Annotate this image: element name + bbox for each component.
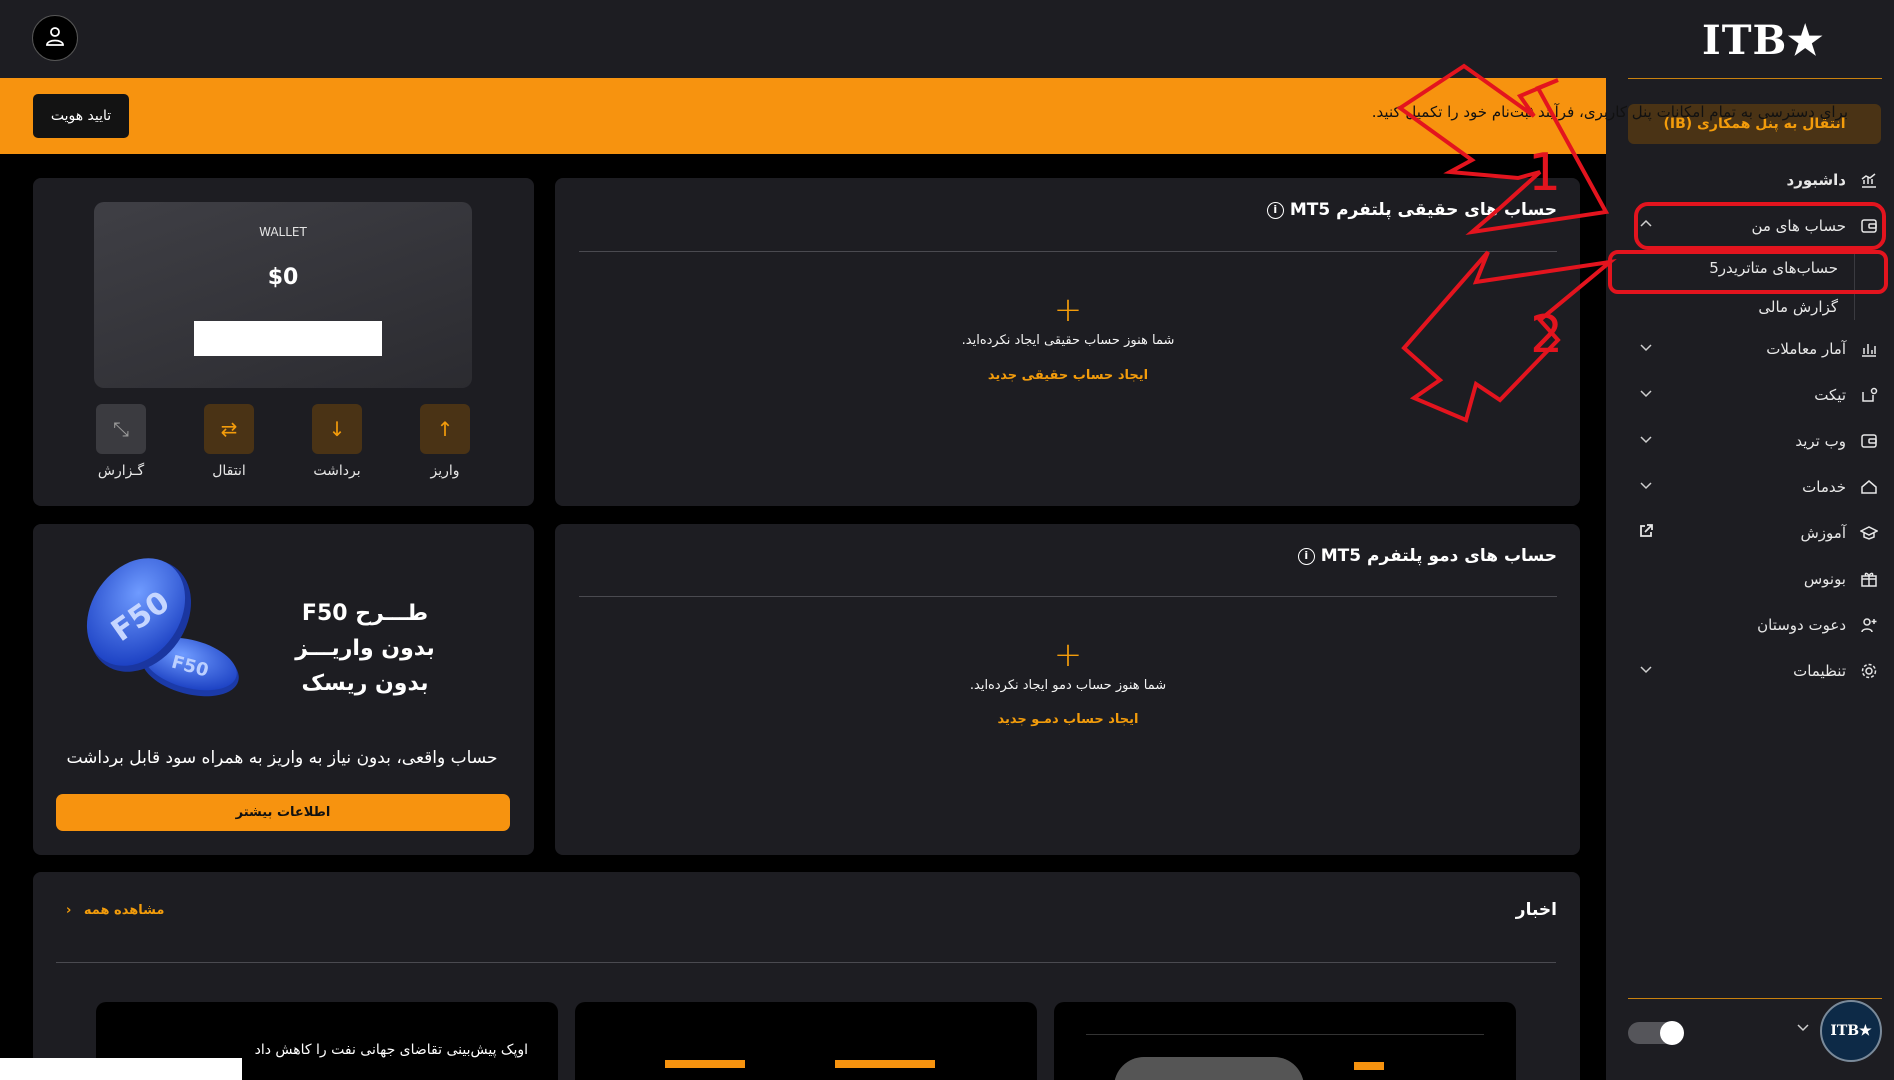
sidebar-item-label: تنظیمات [1793, 662, 1846, 680]
redacted-box [194, 321, 382, 356]
user-add-icon [1858, 614, 1880, 636]
real-accounts-title: حساب های حقیقی پلتفرم MT5i [1266, 200, 1557, 220]
chevron-down-icon[interactable] [1632, 340, 1660, 358]
sidebar-item-trade-stats[interactable]: آمار معاملات [1628, 329, 1882, 369]
transfer-label: انتقال [212, 463, 246, 479]
chevron-down-icon[interactable] [1796, 1020, 1810, 1038]
sidebar-item-settings[interactable]: تنظیمات [1628, 651, 1882, 691]
plus-icon[interactable]: + [1048, 293, 1088, 327]
deposit-label: واریز [430, 463, 460, 479]
news-thumbnail-graphic [835, 1060, 935, 1080]
banner-message: برای دسترسی به تمام امکانات پنل کاربری، … [1371, 103, 1848, 121]
chevron-up-icon[interactable] [1632, 217, 1660, 235]
news-divider [56, 962, 1556, 963]
sidebar-item-label: داشبورد [1786, 171, 1846, 189]
sidebar-item-label: دعوت دوستان [1757, 616, 1846, 634]
sidebar-item-webtrade[interactable]: وب ترید [1628, 421, 1882, 461]
news-thumbnail-graphic [1354, 1062, 1384, 1080]
profile-logo[interactable]: ITB★ [1820, 1000, 1882, 1062]
transfer-button[interactable]: ⇄ [204, 404, 254, 454]
promo-title: طـــرح F50 بدون واریـــز بدون ریسک [295, 601, 435, 696]
sidebar-item-label: تیکت [1814, 386, 1846, 404]
sidebar-subitem-mt5-accounts[interactable]: حساب‌های متاتریدر5 [1660, 251, 1856, 285]
info-icon[interactable]: i [1266, 201, 1284, 219]
ticket-icon [1858, 384, 1880, 406]
create-real-account-link[interactable]: ایجاد حساب حقیقی جدید [868, 368, 1268, 383]
news-thumbnail-line [1086, 1034, 1484, 1035]
news-item[interactable] [1054, 1002, 1516, 1080]
withdraw-label: برداشت [313, 463, 361, 479]
verification-banner [0, 78, 1606, 154]
news-thumbnail-graphic [665, 1060, 745, 1080]
external-link-icon[interactable] [1632, 523, 1660, 543]
expand-icon: ⤡ [113, 417, 129, 441]
sidebar-item-education[interactable]: آموزش [1628, 513, 1882, 553]
sidebar-item-label: وب ترید [1795, 432, 1846, 450]
chevron-left-icon: ‹ [66, 903, 72, 918]
wallet-label: WALLET [259, 225, 307, 239]
arrow-up-icon: ↑ [436, 417, 454, 441]
news-thumbnail-graphic [1114, 1057, 1304, 1080]
verify-identity-button[interactable]: تایید هویت [33, 94, 129, 138]
white-overlay-strip [0, 1058, 242, 1080]
demo-accounts-title: حساب های دمو پلتفرم MT5i [1297, 546, 1557, 566]
news-item[interactable] [575, 1002, 1037, 1080]
user-icon [43, 24, 67, 52]
gear-icon [1858, 660, 1880, 682]
sidebar-item-label: خدمات [1802, 478, 1846, 496]
home-icon [1858, 476, 1880, 498]
graduation-cap-icon [1858, 522, 1880, 544]
card-divider [579, 596, 1557, 597]
theme-toggle-knob[interactable] [1660, 1021, 1684, 1045]
deposit-button[interactable]: ↑ [420, 404, 470, 454]
sidebar-item-dashboard[interactable]: داشبورد [1628, 160, 1882, 200]
real-accounts-empty-text: شما هنوز حساب حقیقی ایجاد نکرده‌اید. [961, 333, 1175, 348]
sidebar-item-bonus[interactable]: بونوس [1628, 559, 1882, 599]
info-icon[interactable]: i [1297, 547, 1315, 565]
sidebar-item-label: آموزش [1800, 524, 1846, 542]
sidebar-divider-bottom [1628, 998, 1882, 999]
chevron-down-icon[interactable] [1632, 432, 1660, 450]
swap-icon: ⇄ [220, 417, 238, 441]
sidebar-item-label: بونوس [1803, 570, 1846, 588]
arrow-down-icon: ↓ [328, 417, 346, 441]
chevron-down-icon[interactable] [1632, 662, 1660, 680]
sidebar-item-ticket[interactable]: تیکت [1628, 375, 1882, 415]
report-label: گـزارش [97, 463, 145, 479]
create-demo-account-link[interactable]: ایجاد حساب دمـو جدید [868, 712, 1268, 727]
sidebar-item-services[interactable]: خدمات [1628, 467, 1882, 507]
wallet-icon [1858, 215, 1880, 237]
gift-icon [1858, 568, 1880, 590]
topbar [0, 0, 1606, 78]
news-title: اخبار [1515, 900, 1557, 920]
sidebar-item-my-accounts[interactable]: حساب های من [1628, 206, 1882, 246]
plus-icon[interactable]: + [1048, 638, 1088, 672]
f50-coin-illustration: F50 F50 [86, 558, 239, 697]
dashboard-icon [1858, 169, 1880, 191]
sidebar-item-label: حساب های من [1751, 217, 1846, 235]
more-info-button[interactable]: اطلاعات بیشتر [56, 794, 510, 831]
bar-chart-icon [1858, 338, 1880, 360]
card-divider [579, 251, 1557, 252]
chevron-down-icon[interactable] [1632, 386, 1660, 404]
sidebar-item-label: آمار معاملات [1766, 340, 1846, 358]
promo-description: حساب واقعی، بدون نیاز به واریز به همراه … [66, 748, 498, 768]
sidebar-divider-top [1628, 78, 1882, 79]
view-all-link[interactable]: مشاهده همه ‹ [66, 903, 164, 918]
wallet-balance: $0 [267, 265, 299, 290]
user-menu-button[interactable] [32, 15, 78, 61]
report-button[interactable]: ⤡ [96, 404, 146, 454]
withdraw-button[interactable]: ↓ [312, 404, 362, 454]
chevron-down-icon[interactable] [1632, 478, 1660, 496]
brand-logo[interactable]: ITB★ [1702, 16, 1823, 66]
wallet-icon [1858, 430, 1880, 452]
sidebar-subitem-financial-report[interactable]: گزارش مالی [1660, 290, 1856, 324]
news-headline: اوپک پیش‌بینی تقاضای جهانی نفت را کاهش د… [254, 1042, 528, 1058]
demo-accounts-empty-text: شما هنوز حساب دمو ایجاد نکرده‌اید. [969, 678, 1167, 693]
sidebar-item-invite-friends[interactable]: دعوت دوستان [1628, 605, 1882, 645]
